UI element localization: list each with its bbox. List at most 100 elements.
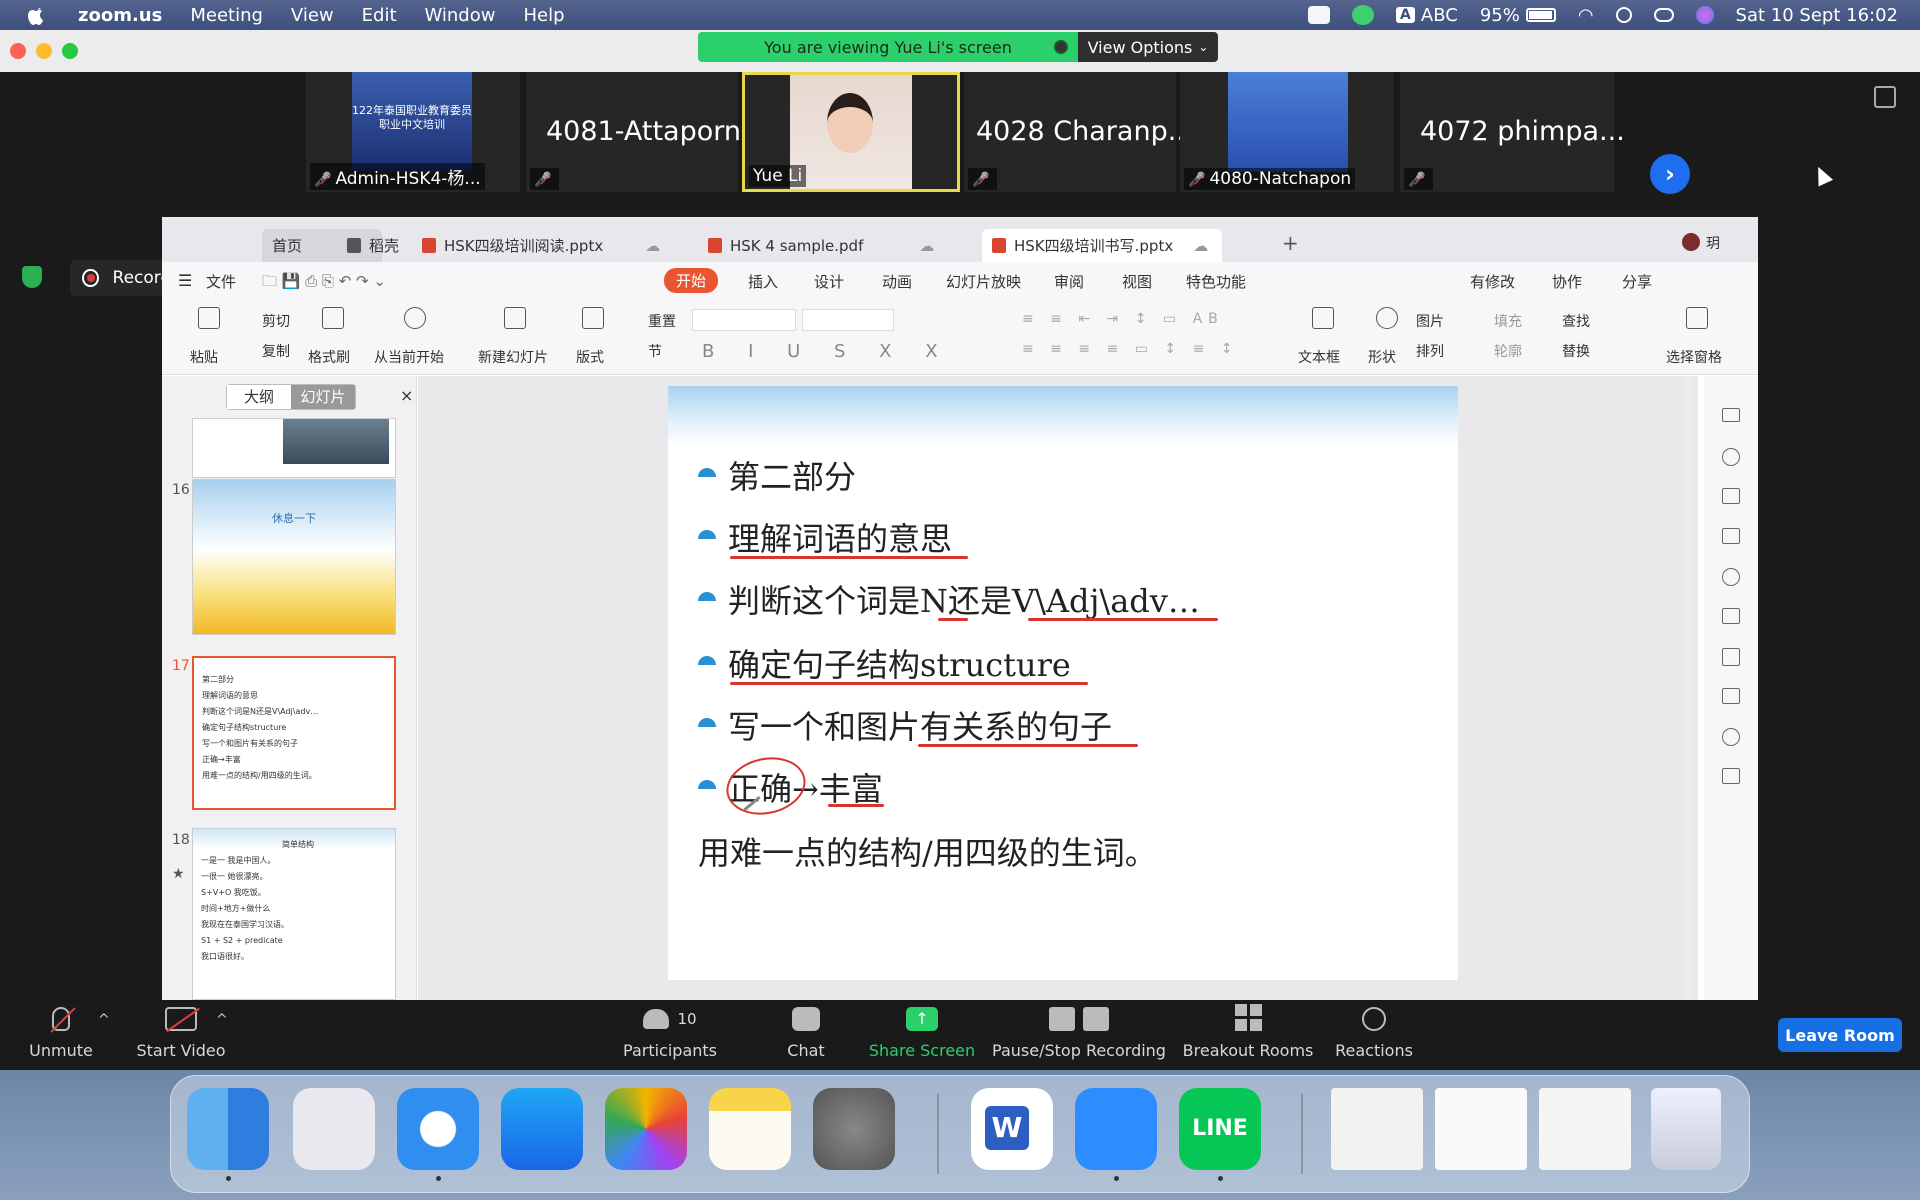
- picture-button[interactable]: 图片: [1416, 311, 1444, 331]
- right-tool-icon[interactable]: [1722, 648, 1740, 666]
- from-current-button[interactable]: 从当前开始: [374, 347, 444, 367]
- right-tool-icon[interactable]: [1722, 608, 1740, 624]
- fullscreen-icon[interactable]: [1874, 86, 1896, 108]
- slide-thumbnail-active[interactable]: 第二部分 理解词语的意思 判断这个词是N还是V\Adj\adv… 确定句子结构s…: [192, 656, 396, 810]
- cut-button[interactable]: 剪切: [262, 311, 290, 331]
- menu-start[interactable]: 开始: [664, 268, 719, 293]
- share-button[interactable]: 分享: [1622, 271, 1652, 292]
- new-tab-button[interactable]: +: [1282, 231, 1299, 255]
- quick-access-toolbar[interactable]: 🗀 💾 ⎙ ⎘ ↶ ↷ ⌄: [262, 271, 386, 296]
- format-painter-button[interactable]: 格式刷: [308, 347, 350, 367]
- zoom-icon[interactable]: [1075, 1088, 1157, 1170]
- unmute-button[interactable]: Unmute: [29, 1000, 93, 1070]
- slide-footer-text[interactable]: 用难一点的结构/用四级的生词。: [698, 828, 1157, 874]
- launchpad-icon[interactable]: [293, 1088, 375, 1170]
- font-size-select[interactable]: [802, 309, 894, 331]
- slide-bullet[interactable]: 确定句子结构structure: [698, 640, 1071, 686]
- right-tool-icon[interactable]: [1722, 568, 1740, 586]
- menu-design[interactable]: 设计: [814, 271, 844, 292]
- participant-tile[interactable]: 🎤̸ 4080-Natchapon: [1180, 72, 1394, 192]
- history-icon[interactable]: [1722, 728, 1740, 746]
- arrange-button[interactable]: 排列: [1416, 341, 1444, 361]
- tab-reading-pptx[interactable]: HSK四级培训阅读.pptx ☁: [412, 229, 660, 262]
- spotlight-search-icon[interactable]: [1615, 7, 1632, 23]
- modified-indicator[interactable]: 有修改: [1470, 271, 1515, 292]
- play-icon[interactable]: [404, 307, 426, 329]
- next-page-button[interactable]: ›: [1650, 154, 1690, 194]
- leave-room-button[interactable]: Leave Room: [1778, 1018, 1902, 1052]
- clock[interactable]: Sat 10 Sept 16:02: [1736, 5, 1898, 26]
- start-video-button[interactable]: Start Video: [136, 1000, 226, 1070]
- right-tool-icon[interactable]: [1722, 528, 1740, 544]
- collaborate-button[interactable]: 协作: [1552, 271, 1582, 292]
- slide-bullet[interactable]: 写一个和图片有关系的句子: [698, 702, 1112, 748]
- menu-help[interactable]: Help: [523, 5, 564, 26]
- reset-button[interactable]: 重置: [648, 311, 676, 331]
- outline-tab[interactable]: 大纲: [227, 385, 291, 409]
- select-pane-icon[interactable]: [1686, 307, 1708, 329]
- slides-tab[interactable]: 幻灯片: [291, 385, 355, 409]
- layout-icon[interactable]: [582, 307, 604, 329]
- menu-meeting[interactable]: Meeting: [190, 5, 263, 26]
- notes-icon[interactable]: [709, 1088, 791, 1170]
- breakout-rooms-button[interactable]: Breakout Rooms: [1183, 1000, 1313, 1070]
- menu-app-name[interactable]: zoom.us: [78, 5, 162, 26]
- tab-daoke[interactable]: 稻壳: [337, 229, 399, 262]
- line-icon[interactable]: LINE: [1179, 1088, 1261, 1170]
- right-tool-icon[interactable]: [1722, 688, 1740, 704]
- select-pane-button[interactable]: 选择窗格: [1666, 347, 1722, 367]
- video-options-chevron-icon[interactable]: ^: [216, 1012, 228, 1028]
- shape-icon[interactable]: [1376, 307, 1398, 329]
- trash-icon[interactable]: [1651, 1088, 1721, 1170]
- control-center-icon[interactable]: [1653, 8, 1674, 22]
- minimize-window-button[interactable]: [36, 43, 52, 59]
- menu-file[interactable]: 文件: [206, 271, 236, 292]
- slide-bullet[interactable]: 判断这个词是N还是V\Adj\adv…: [698, 576, 1200, 622]
- system-preferences-icon[interactable]: [813, 1088, 895, 1170]
- menu-special[interactable]: 特色功能: [1186, 271, 1246, 292]
- safari-icon[interactable]: [397, 1088, 479, 1170]
- pause-stop-recording-button[interactable]: Pause/Stop Recording: [992, 1000, 1166, 1070]
- minimized-window-thumbnail[interactable]: [1331, 1088, 1423, 1170]
- photos-icon[interactable]: [605, 1088, 687, 1170]
- slide-thumbnail[interactable]: [192, 418, 396, 478]
- minimized-window-thumbnail[interactable]: [1539, 1088, 1631, 1170]
- vertical-scrollbar[interactable]: [1684, 376, 1692, 1000]
- fill-button[interactable]: 填充: [1494, 311, 1522, 331]
- active-speaker-tile[interactable]: Yue Li: [742, 72, 960, 192]
- new-slide-button[interactable]: 新建幻灯片: [478, 347, 548, 367]
- slide-bullet[interactable]: 理解词语的意思: [698, 514, 952, 560]
- outline-button[interactable]: 轮廓: [1494, 341, 1522, 361]
- align-icons[interactable]: ≡ ≡ ≡ ≡ ▭ ↕ ≡ ↕: [1022, 341, 1239, 357]
- font-name-select[interactable]: [692, 309, 796, 331]
- current-slide[interactable]: 第二部分 理解词语的意思 判断这个词是N还是V\Adj\adv… 确定句子结构s…: [668, 386, 1458, 980]
- tab-sample-pdf[interactable]: HSK 4 sample.pdf ☁: [698, 229, 934, 262]
- menu-view-wps[interactable]: 视图: [1122, 271, 1152, 292]
- textbox-icon[interactable]: [1312, 307, 1334, 329]
- menu-edit[interactable]: Edit: [362, 5, 397, 26]
- hamburger-menu-icon[interactable]: ☰: [178, 271, 192, 290]
- maximize-window-button[interactable]: [62, 43, 78, 59]
- app-store-icon[interactable]: [501, 1088, 583, 1170]
- participant-tile[interactable]: 122年泰国职业教育委员 职业中文培训 🎤̸ Admin-HSK4-杨...: [306, 72, 520, 192]
- zoom-status-icon[interactable]: [1308, 6, 1331, 24]
- reactions-button[interactable]: Reactions: [1335, 1000, 1413, 1070]
- close-panel-icon[interactable]: ×: [400, 386, 413, 405]
- minimized-window-thumbnail[interactable]: [1435, 1088, 1527, 1170]
- tab-writing-pptx[interactable]: HSK四级培训书写.pptx ☁: [982, 229, 1222, 262]
- wifi-icon[interactable]: ◠: [1578, 5, 1594, 26]
- menu-window[interactable]: Window: [425, 5, 496, 26]
- paragraph-icons[interactable]: ≡ ≡ ⇤ ⇥ ↕ ▭ AB: [1022, 311, 1224, 327]
- user-avatar[interactable]: [1682, 233, 1700, 251]
- slide-thumbnail[interactable]: 简单结构 一是一 我是中国人。 一很一 她很漂亮。 S+V+O 我吃饭。 时间+…: [192, 828, 396, 1000]
- paste-icon[interactable]: [198, 307, 220, 329]
- siri-icon[interactable]: [1695, 6, 1714, 24]
- menu-view[interactable]: View: [291, 5, 334, 26]
- find-button[interactable]: 查找: [1562, 311, 1590, 331]
- audio-options-chevron-icon[interactable]: ^: [98, 1012, 110, 1028]
- shape-button[interactable]: 形状: [1368, 347, 1396, 367]
- share-screen-button[interactable]: ↑ Share Screen: [869, 1000, 975, 1070]
- right-tool-icon[interactable]: [1722, 408, 1740, 422]
- section-button[interactable]: 节: [648, 341, 662, 361]
- menu-animation[interactable]: 动画: [882, 271, 912, 292]
